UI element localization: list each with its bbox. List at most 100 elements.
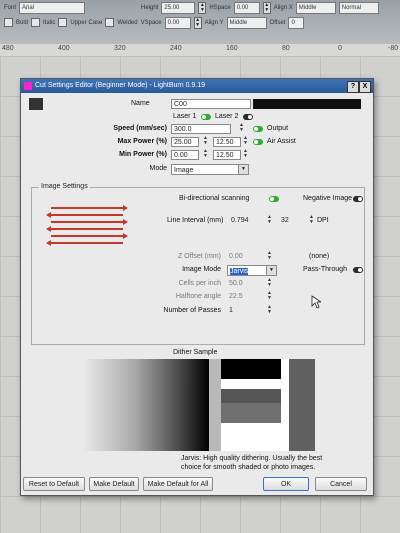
arrow-left-icon: [46, 226, 51, 232]
dither-description-line2: choice for smooth shaded or photo images…: [181, 464, 316, 471]
alignx-select[interactable]: Middle: [295, 1, 336, 14]
arrow-left-icon: [46, 212, 51, 218]
help-button[interactable]: ?: [347, 81, 359, 93]
reset-to-default-button[interactable]: Reset to Default: [23, 477, 85, 491]
dpi-spinner[interactable]: ▲ ▼: [307, 215, 316, 226]
max-power-spinner[interactable]: ▲ ▼: [201, 136, 210, 147]
output-label: Output: [267, 125, 289, 132]
halftone-angle-spinner[interactable]: ▲ ▼: [265, 291, 274, 302]
font-select[interactable]: Arial: [19, 1, 86, 14]
chevron-down-icon: ▼: [238, 165, 248, 174]
height-input[interactable]: 25.00: [161, 1, 196, 14]
scan-line: [51, 214, 123, 216]
height-label: Height: [141, 4, 159, 11]
speed-input[interactable]: 300.0: [171, 124, 231, 134]
dpi-input[interactable]: 32: [279, 216, 299, 226]
toolbar-row-font: Font Arial Height 25.00 ▲ ▼ HSpace 0.00 ▲…: [0, 1, 400, 14]
scan-line: [51, 242, 123, 244]
number-of-passes-label: Number of Passes: [163, 307, 221, 314]
close-button[interactable]: X: [359, 81, 371, 93]
vspace-spinner[interactable]: ▲ ▼: [193, 16, 202, 29]
italic-checkbox[interactable]: [31, 18, 41, 27]
max-power-2-input[interactable]: 12.50: [213, 137, 241, 147]
halftone-angle-input[interactable]: 22.5: [227, 292, 257, 302]
bidirectional-label: Bi-directional scanning: [179, 195, 250, 202]
min-power-input[interactable]: 0.00: [171, 150, 199, 160]
dither-pattern-sample: [209, 359, 289, 451]
dither-gradient-sample: [85, 359, 209, 451]
image-mode-select-value: Jarvis: [230, 268, 249, 275]
speed-spinner[interactable]: ▲ ▼: [237, 123, 246, 134]
mouse-cursor-icon: [311, 295, 321, 309]
bold-checkbox[interactable]: [4, 18, 13, 27]
upper-case-checkbox[interactable]: [58, 18, 68, 27]
z-offset-label: Z Offset (mm): [177, 253, 221, 260]
max-power-label: Max Power (%): [117, 138, 167, 145]
min-power-spinner[interactable]: ▲ ▼: [201, 149, 210, 160]
z-offset-none-label: (none): [309, 253, 330, 260]
max-power-2-spinner[interactable]: ▲ ▼: [241, 136, 250, 147]
air-assist-label: Air Assist: [267, 138, 296, 145]
image-mode-label: Image Mode: [182, 266, 221, 273]
max-power-input[interactable]: 25.00: [171, 137, 199, 147]
scan-line: [51, 207, 123, 209]
aligny-label: Align Y: [204, 19, 224, 26]
line-interval-input[interactable]: 0.794: [229, 216, 259, 226]
cut-settings-dialog: Cut Settings Editor (Beginner Mode) - Li…: [20, 78, 374, 496]
hspace-spinner[interactable]: ▲ ▼: [262, 1, 271, 14]
cells-per-inch-label: Cells per inch: [178, 280, 221, 287]
number-of-passes-spinner[interactable]: ▲ ▼: [265, 305, 274, 316]
offset-input[interactable]: 0: [288, 16, 305, 29]
hspace-label: HSpace: [209, 4, 231, 11]
negative-image-label: Negative Image: [303, 195, 353, 202]
arrow-left-icon: [46, 240, 51, 246]
arrow-right-icon: [123, 205, 128, 211]
speed-label: Speed (mm/sec): [113, 125, 167, 132]
pass-through-toggle[interactable]: [353, 267, 363, 273]
cancel-button[interactable]: Cancel: [315, 477, 367, 491]
layer-color-swatch: [29, 98, 43, 110]
scan-line: [51, 221, 123, 223]
min-power-label: Min Power (%): [119, 151, 167, 158]
text-toolbar: Font Arial Height 25.00 ▲ ▼ HSpace 0.00 ▲…: [0, 0, 400, 44]
dither-description-line1: Jarvis: High quality dithering. Usually …: [181, 455, 323, 462]
ok-button[interactable]: OK: [263, 477, 309, 491]
dpi-label: DPI: [317, 217, 329, 224]
font-label: Font: [4, 4, 17, 11]
ruler-tick: 80: [282, 45, 290, 52]
laser2-label: Laser 2: [215, 113, 239, 120]
arrow-right-icon: [123, 219, 128, 225]
name-input[interactable]: C00: [171, 99, 251, 109]
cells-per-inch-input[interactable]: 50.0: [227, 279, 257, 289]
mode-select[interactable]: Image ▼: [171, 164, 249, 175]
cells-per-inch-spinner[interactable]: ▲ ▼: [265, 278, 274, 289]
dialog-title: Cut Settings Editor (Beginner Mode) - Li…: [35, 82, 206, 89]
negative-image-toggle[interactable]: [353, 196, 363, 202]
laser2-toggle[interactable]: [243, 114, 253, 120]
min-power-2-input[interactable]: 12.50: [213, 150, 241, 160]
alignx-label: Align X: [273, 4, 293, 11]
ruler-tick: 160: [226, 45, 238, 52]
z-offset-spinner[interactable]: ▲ ▼: [265, 251, 274, 262]
vspace-input[interactable]: 0.00: [164, 16, 191, 29]
scan-line: [51, 228, 123, 230]
air-assist-toggle[interactable]: [253, 139, 263, 145]
number-of-passes-input[interactable]: 1: [227, 306, 257, 316]
ruler-tick: 320: [114, 45, 126, 52]
aligny-select[interactable]: Middle: [226, 16, 267, 29]
image-mode-select[interactable]: Jarvis ▼: [227, 265, 277, 276]
make-default-for-all-button[interactable]: Make Default for All: [143, 477, 213, 491]
laser1-toggle[interactable]: [201, 114, 211, 120]
bidirectional-toggle[interactable]: [269, 196, 279, 202]
hspace-input[interactable]: 0.00: [233, 1, 260, 14]
halftone-angle-label: Halftone angle: [175, 293, 221, 300]
line-interval-spinner[interactable]: ▲ ▼: [265, 215, 274, 226]
dialog-title-bar[interactable]: Cut Settings Editor (Beginner Mode) - Li…: [21, 79, 373, 93]
min-power-2-spinner[interactable]: ▲ ▼: [241, 149, 250, 160]
normal-select[interactable]: Normal: [338, 1, 379, 14]
z-offset-input[interactable]: 0.00: [227, 252, 257, 262]
height-spinner[interactable]: ▲ ▼: [198, 1, 207, 14]
output-toggle[interactable]: [253, 126, 263, 132]
make-default-button[interactable]: Make Default: [89, 477, 139, 491]
welded-checkbox[interactable]: [105, 18, 115, 27]
